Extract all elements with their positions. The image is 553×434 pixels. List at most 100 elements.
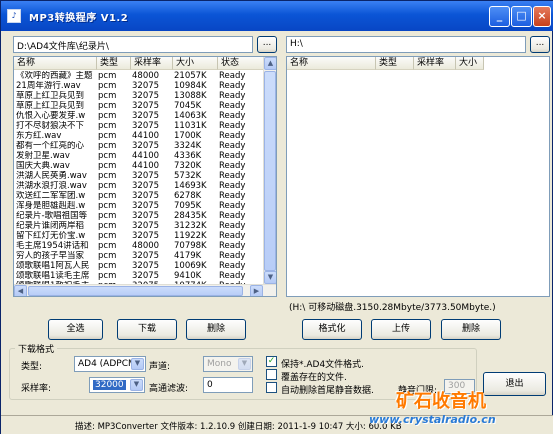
close-button[interactable]: × xyxy=(533,6,551,27)
cell-rate: 48000 xyxy=(132,71,160,81)
scroll-thumb[interactable] xyxy=(264,71,276,271)
cell-name: 仇恨入心要发芽.w xyxy=(16,111,86,121)
cell-size: 9410K xyxy=(174,271,202,281)
cell-status: Ready xyxy=(219,251,246,261)
table-row[interactable]: 仇恨入心要发芽.w pcm 32075 14063K Ready xyxy=(14,111,264,121)
cell-name: 穷人的孩子早当家 xyxy=(16,251,85,261)
auto-trim-checkbox[interactable] xyxy=(266,382,277,393)
table-row[interactable]: 穷人的孩子早当家 pcm 32075 4179K Ready xyxy=(14,251,264,261)
table-row[interactable]: 留下红灯无价宝.w pcm 32075 11922K Ready xyxy=(14,231,264,241)
cell-status: Ready xyxy=(219,111,246,121)
source-path-field[interactable]: D:\AD4文件库\纪录片\ xyxy=(13,36,253,53)
cell-type: pcm xyxy=(98,251,117,261)
table-row[interactable]: 毛主席1954讲话和 pcm 48000 70798K Ready xyxy=(14,241,264,251)
type-select[interactable]: AD4 (ADPCM) ▼ xyxy=(74,356,146,372)
source-file-list[interactable]: 名称 类型 采样率 大小 状态 《欢呼的西藏》主题 pcm 48000 21057K R… xyxy=(13,56,277,297)
cell-type: pcm xyxy=(98,231,117,241)
cell-name: 毛主席1954讲话和 xyxy=(16,241,89,251)
table-row[interactable]: 欢送红二军军团.w pcm 32075 6278K Ready xyxy=(14,191,264,201)
cell-name: 纪录片-歌唱祖国等 xyxy=(16,211,88,221)
exit-button[interactable]: 退出 xyxy=(483,372,546,396)
rate-select[interactable]: 32000 ▼ xyxy=(89,377,145,393)
column-header-name[interactable]: 名称 xyxy=(287,57,376,70)
download-button[interactable]: 下载 xyxy=(117,319,177,340)
target-path-field[interactable]: H:\ xyxy=(286,36,526,53)
cell-size: 31232K xyxy=(174,221,207,231)
column-header-rate[interactable]: 采样率 xyxy=(131,57,173,70)
table-row[interactable]: 草原上红卫兵见到 pcm 32075 13088K Ready xyxy=(14,91,264,101)
title-bar[interactable]: ♪ MP3转换程序 V1.2 _ □ × xyxy=(1,1,553,31)
channel-select[interactable]: Mono ▼ xyxy=(203,356,253,372)
scroll-thumb-horizontal[interactable] xyxy=(28,286,243,296)
table-row[interactable]: 东方红.wav pcm 44100 1700K Ready xyxy=(14,131,264,141)
maximize-button[interactable]: □ xyxy=(511,6,532,27)
scroll-right-arrow-icon[interactable]: ▶ xyxy=(250,285,263,296)
table-row[interactable]: 浑身是胆雄赳赳.w pcm 32075 7095K Ready xyxy=(14,201,264,211)
cell-type: pcm xyxy=(98,191,117,201)
column-header-rate[interactable]: 采样率 xyxy=(414,57,456,70)
table-row[interactable]: 草原上红卫兵见到 pcm 32075 7045K Ready xyxy=(14,101,264,111)
column-header-type[interactable]: 类型 xyxy=(376,57,414,70)
table-row[interactable]: 颂歌联唱1读毛主席 pcm 32075 9410K Ready xyxy=(14,271,264,281)
chevron-down-icon[interactable]: ▼ xyxy=(131,358,144,370)
cell-name: 浑身是胆雄赳赳.w xyxy=(16,201,86,211)
cell-type: pcm xyxy=(98,101,117,111)
cell-size: 3324K xyxy=(174,141,202,151)
cell-name: 21周年游行.wav xyxy=(16,81,81,91)
table-row[interactable]: 纪录片-歌唱祖国等 pcm 32075 28435K Ready xyxy=(14,211,264,221)
cell-type: pcm xyxy=(98,151,117,161)
cell-name: 《欢呼的西藏》主题 xyxy=(16,71,93,81)
cell-rate: 32075 xyxy=(132,271,160,281)
table-row[interactable]: 洪湖人民英勇.wav pcm 32075 5732K Ready xyxy=(14,171,264,181)
column-header-name[interactable]: 名称 xyxy=(14,57,97,70)
minimize-button[interactable]: _ xyxy=(489,6,510,27)
cell-size: 11031K xyxy=(174,121,207,131)
scroll-down-arrow-icon[interactable]: ▼ xyxy=(264,271,276,284)
table-row[interactable]: 都有一个红亮的心 pcm 32075 3324K Ready xyxy=(14,141,264,151)
source-horizontal-scrollbar[interactable]: ◀ ▶ xyxy=(14,284,276,296)
delete-source-button[interactable]: 删除 xyxy=(186,319,246,340)
delete-target-button[interactable]: 删除 xyxy=(441,319,501,340)
cell-size: 13088K xyxy=(174,91,207,101)
source-vertical-scrollbar[interactable]: ▲ ▼ xyxy=(263,57,276,284)
table-row[interactable]: 国庆大典.wav pcm 44100 7320K Ready xyxy=(14,161,264,171)
cell-size: 7320K xyxy=(174,161,202,171)
upload-button[interactable]: 上传 xyxy=(371,319,431,340)
scroll-up-arrow-icon[interactable]: ▲ xyxy=(264,57,276,70)
cell-rate: 32075 xyxy=(132,101,160,111)
table-row[interactable]: 颂歌联唱1阿瓦人民 pcm 32075 10069K Ready xyxy=(14,261,264,271)
table-row[interactable]: 纪录片谁闭两岸稻 pcm 32075 31232K Ready xyxy=(14,221,264,231)
cell-type: pcm xyxy=(98,111,117,121)
source-browse-button[interactable]: ... xyxy=(257,36,277,53)
target-file-list[interactable]: 名称 类型 采样率 大小 xyxy=(286,56,550,297)
cell-size: 7045K xyxy=(174,101,202,111)
chevron-down-icon[interactable]: ▼ xyxy=(130,379,143,391)
cell-status: Ready xyxy=(219,81,246,91)
overwrite-label: 覆盖存在的文件. xyxy=(281,373,347,383)
column-header-type[interactable]: 类型 xyxy=(97,57,131,70)
table-row[interactable]: 打不尽豺狼决不下 pcm 32075 11031K Ready xyxy=(14,121,264,131)
cell-status: Ready xyxy=(219,121,246,131)
scroll-left-arrow-icon[interactable]: ◀ xyxy=(14,285,27,296)
cell-name: 草原上红卫兵见到 xyxy=(16,101,85,111)
table-row[interactable]: 发射卫星.wav pcm 44100 4336K Ready xyxy=(14,151,264,161)
cell-size: 14063K xyxy=(174,111,207,121)
auto-trim-label: 自动删除首尾静音数据. xyxy=(281,386,374,396)
format-button[interactable]: 格式化 xyxy=(302,319,362,340)
hpf-input[interactable]: 0 xyxy=(203,377,253,393)
target-browse-button[interactable]: ... xyxy=(530,36,550,53)
table-row[interactable]: 《欢呼的西藏》主题 pcm 48000 21057K Ready xyxy=(14,71,264,81)
cell-size: 28435K xyxy=(174,211,207,221)
overwrite-checkbox[interactable] xyxy=(266,369,277,380)
column-header-size[interactable]: 大小 xyxy=(456,57,484,70)
column-header-size[interactable]: 大小 xyxy=(173,57,218,70)
chevron-down-icon[interactable]: ▼ xyxy=(238,358,251,370)
select-all-button[interactable]: 全选 xyxy=(48,319,103,340)
table-row[interactable]: 洪湖水浪打浪.wav pcm 32075 14693K Ready xyxy=(14,181,264,191)
keep-format-checkbox[interactable]: ✓ xyxy=(266,356,277,367)
cell-status: Ready xyxy=(219,211,246,221)
table-row[interactable]: 21周年游行.wav pcm 32075 10984K Ready xyxy=(14,81,264,91)
cell-rate: 44100 xyxy=(132,131,160,141)
status-text: 描述: MP3Converter 文件版本: 1.2.10.9 创建日期: 20… xyxy=(75,422,402,432)
column-header-status[interactable]: 状态 xyxy=(218,57,265,70)
